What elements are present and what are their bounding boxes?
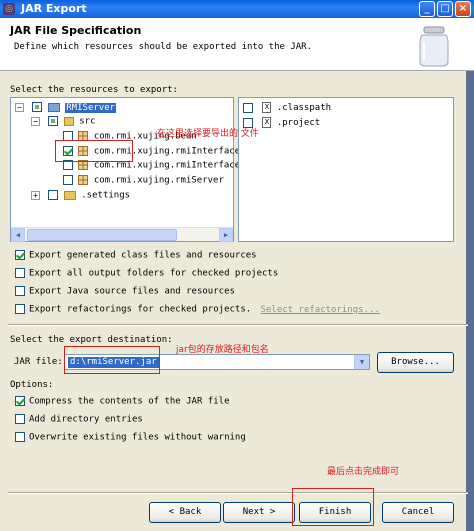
tree-item-settings[interactable]: + .settings — [31, 190, 130, 203]
page-description: Define which resources should be exporte… — [14, 42, 313, 52]
source-folder-icon — [63, 116, 74, 126]
collapse-icon[interactable]: − — [15, 102, 24, 112]
window-title: JAR Export — [21, 2, 87, 15]
option-label: Overwrite existing files without warning — [29, 432, 246, 443]
back-button[interactable]: < Back — [149, 502, 221, 523]
checkbox[interactable] — [15, 396, 25, 406]
option-label: Compress the contents of the JAR file — [29, 396, 230, 407]
chevron-down-icon[interactable]: ▼ — [354, 355, 369, 369]
annotation-box-selected-package — [55, 140, 133, 162]
xml-file-icon: X — [262, 117, 272, 128]
option-add-directory-entries[interactable]: Add directory entries — [15, 414, 143, 425]
tree-item-label: com.rmi.xujing.rmiServer — [93, 175, 224, 186]
checkbox[interactable] — [15, 286, 25, 296]
tree-item-src[interactable]: − src — [31, 116, 96, 129]
select-refactorings-link[interactable]: Select refactorings... — [261, 305, 380, 315]
tree-checkbox[interactable] — [48, 116, 59, 126]
close-button[interactable]: × — [455, 1, 471, 17]
option-label: Add directory entries — [29, 414, 143, 425]
destination-label: Select the export destination: — [10, 335, 173, 345]
wizard-header: JAR File Specification Define which reso… — [0, 18, 474, 71]
scroll-right-icon[interactable]: ▶ — [219, 228, 233, 242]
checkbox[interactable] — [15, 268, 25, 278]
browse-button[interactable]: Browse... — [377, 352, 454, 373]
next-button[interactable]: Next > — [223, 502, 295, 523]
tree-item-label: RMIServer — [65, 102, 117, 113]
folder-icon — [63, 190, 76, 200]
file-checkbox[interactable] — [243, 102, 253, 113]
page-title: JAR File Specification — [10, 24, 142, 37]
annotation-box-jar-path — [64, 346, 160, 374]
option-export-class-files[interactable]: Export generated class files and resourc… — [15, 250, 257, 261]
checkbox[interactable] — [15, 304, 25, 314]
checkbox[interactable] — [15, 250, 25, 260]
tree-item-label: src — [79, 116, 96, 127]
tree-checkbox[interactable] — [48, 190, 59, 200]
separator — [8, 492, 468, 494]
resource-tree[interactable]: − RMIServer − src com.rmi.xujing.bean co… — [10, 97, 240, 242]
background-strip — [466, 71, 474, 531]
eclipse-app-icon: ◎ — [3, 3, 15, 15]
file-item-classpath[interactable]: X .classpath — [243, 102, 331, 115]
tree-item-rmiserver[interactable]: − RMIServer — [15, 102, 117, 115]
tree-checkbox[interactable] — [32, 102, 43, 112]
xml-file-icon: X — [262, 102, 272, 113]
option-export-refactorings[interactable]: Export refactorings for checked projects… — [15, 304, 380, 315]
option-export-source-files[interactable]: Export Java source files and resources — [15, 286, 235, 297]
maximize-button[interactable]: □ — [437, 1, 453, 17]
separator — [8, 324, 468, 326]
option-label: Export generated class files and resourc… — [29, 250, 257, 261]
file-item-label: .project — [276, 118, 321, 128]
option-label: Export all output folders for checked pr… — [29, 268, 279, 279]
jar-icon — [419, 26, 449, 67]
tree-item-package[interactable]: com.rmi.xujing.rmiServer — [63, 175, 224, 188]
scroll-left-icon[interactable]: ◀ — [11, 228, 25, 242]
file-item-label: .classpath — [276, 103, 332, 113]
resource-file-list[interactable]: X .classpath X .project — [238, 97, 454, 242]
option-label: Export Java source files and resources — [29, 286, 235, 297]
options-label: Options: — [10, 380, 54, 390]
option-compress[interactable]: Compress the contents of the JAR file — [15, 396, 229, 407]
title-bar: ◎ JAR Export _ □ × — [0, 0, 474, 18]
jar-file-label: JAR file: — [14, 357, 63, 367]
checkbox[interactable] — [15, 432, 25, 442]
minimize-button[interactable]: _ — [419, 1, 435, 17]
tree-item-label: .settings — [81, 190, 131, 201]
tree-checkbox[interactable] — [63, 175, 73, 185]
option-label: Export refactorings for checked projects… — [29, 304, 252, 315]
resources-label: Select the resources to export: — [10, 85, 178, 95]
annotation-finish: 最后点击完成即可 — [327, 467, 400, 477]
package-icon — [78, 175, 89, 185]
project-icon — [47, 102, 60, 112]
annotation-select-files: 在这里选择要导出的 文件 — [157, 129, 259, 139]
tree-item-label: com.rmi.xujing.rmiInterface — [93, 160, 241, 171]
scroll-thumb[interactable] — [27, 229, 177, 241]
annotation-box-finish — [292, 488, 374, 526]
collapse-icon[interactable]: − — [31, 116, 40, 126]
annotation-jar-path: jar包的存放路径和包名 — [176, 345, 269, 355]
checkbox[interactable] — [15, 414, 25, 424]
cancel-button[interactable]: Cancel — [382, 502, 454, 523]
horizontal-scrollbar[interactable]: ◀ ▶ — [11, 227, 233, 242]
expand-icon[interactable]: + — [31, 190, 40, 200]
option-overwrite[interactable]: Overwrite existing files without warning — [15, 432, 246, 443]
option-export-output-folders[interactable]: Export all output folders for checked pr… — [15, 268, 278, 279]
